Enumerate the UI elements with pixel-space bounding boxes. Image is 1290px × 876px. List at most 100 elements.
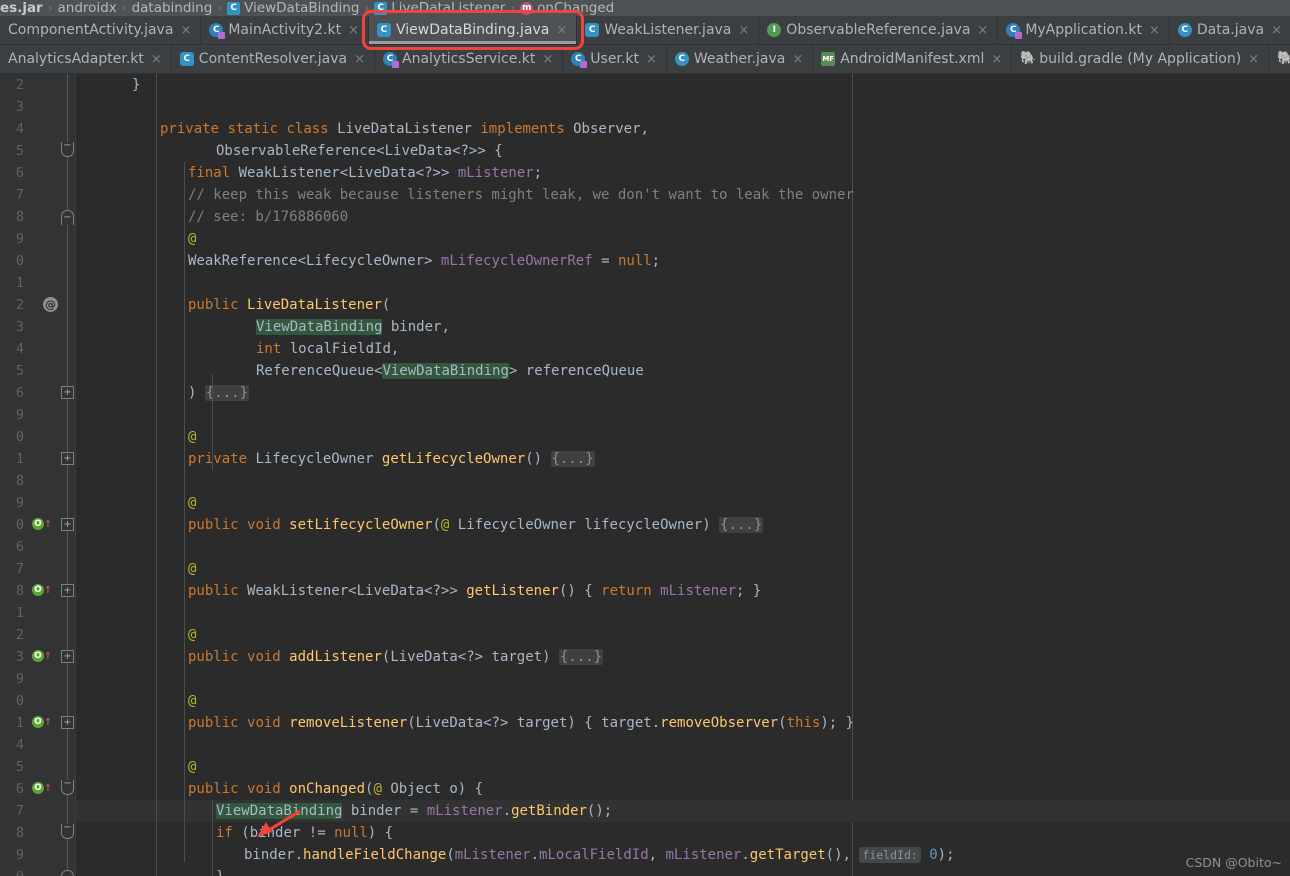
code-line[interactable] [76, 668, 1290, 690]
close-icon[interactable]: × [1271, 24, 1282, 37]
code-editor[interactable]: 2 3 4 5 6 7 8 9 0 1 2 @3 4 5 6 9 0 1 8 9 0 O ↑ 6 7 8 O ↑ 1 2 3 O ↑ 9 0 1 O ↑ 4… [0, 74, 1290, 876]
fold-expand-icon[interactable]: + [61, 518, 74, 531]
code-line[interactable]: @ [76, 492, 1290, 514]
override-method-icon[interactable]: O [32, 584, 44, 596]
code-line[interactable]: } [76, 74, 1290, 96]
fold-collapse-icon[interactable]: − [61, 823, 74, 839]
override-arrow-icon[interactable]: ↑ [44, 781, 52, 795]
override-arrow-icon[interactable]: ↑ [44, 715, 52, 729]
code-line[interactable]: binder.handleFieldChange(mListener.mLoca… [76, 844, 1290, 866]
close-icon[interactable]: × [354, 53, 365, 66]
editor-tab-build-gradle--my-application-[interactable]: 🐘 build.gradle (My Application) × [1012, 45, 1270, 73]
code-line[interactable]: @ [76, 756, 1290, 778]
code-line[interactable]: ViewDataBinding binder, [76, 316, 1290, 338]
code-line[interactable] [76, 404, 1290, 426]
editor-tab-androidmanifest-xml[interactable]: MF AndroidManifest.xml × [813, 45, 1013, 73]
close-icon[interactable]: × [792, 53, 803, 66]
breadcrumb[interactable]: es.jar › androidx › databinding › C ViewDataBin… [0, 0, 1290, 16]
code-line[interactable]: public void addListener(LiveData<?> targ… [76, 646, 1290, 668]
override-method-icon[interactable]: O [32, 650, 44, 662]
code-line[interactable]: private LifecycleOwner getLifecycleOwner… [76, 448, 1290, 470]
editor-tab-myapplication-kt[interactable]: C MyApplication.kt × [998, 16, 1170, 44]
close-icon[interactable]: × [180, 24, 191, 37]
code-line[interactable]: @ [76, 426, 1290, 448]
code-line[interactable] [76, 272, 1290, 294]
fold-expand-icon[interactable]: + [61, 452, 74, 465]
code-line[interactable]: } [76, 866, 1290, 876]
code-line[interactable]: ReferenceQueue<ViewDataBinding> referenc… [76, 360, 1290, 382]
code-line[interactable]: WeakReference<LifecycleOwner> mLifecycle… [76, 250, 1290, 272]
code-line[interactable] [76, 536, 1290, 558]
editor-tab-viewdatabinding-java[interactable]: C ViewDataBinding.java × [368, 16, 578, 44]
editor-tab-weather-java[interactable]: C Weather.java × [666, 45, 814, 73]
breadcrumb-item-databinding[interactable]: databinding [132, 0, 213, 16]
line-number-gutter[interactable]: 2 3 4 5 6 7 8 9 0 1 2 @3 4 5 6 9 0 1 8 9 0 O ↑ 6 7 8 O ↑ 1 2 3 O ↑ 9 0 1 O ↑ 4… [0, 74, 60, 876]
close-icon[interactable]: × [646, 53, 657, 66]
editor-tab-data-java[interactable]: C Data.java × [1169, 16, 1290, 44]
code-line[interactable]: @ [76, 558, 1290, 580]
code-line[interactable]: @ [76, 228, 1290, 250]
code-line[interactable]: public void onChanged(@ Object o) { [76, 778, 1290, 800]
fold-collapse-icon[interactable]: − [61, 870, 74, 876]
close-icon[interactable]: × [977, 24, 988, 37]
code-line[interactable]: ) {...} [76, 382, 1290, 404]
breadcrumb-item-androidx[interactable]: androidx [58, 0, 117, 16]
editor-tab-componentactivity-java[interactable]: ComponentActivity.java × [0, 16, 202, 44]
close-icon[interactable]: × [348, 24, 359, 37]
code-line[interactable] [76, 734, 1290, 756]
code-line[interactable]: final WeakListener<LiveData<?>> mListene… [76, 162, 1290, 184]
editor-tab-analyticsadapter-kt[interactable]: AnalyticsAdapter.kt × [0, 45, 172, 73]
fold-expand-icon[interactable]: + [61, 650, 74, 663]
breadcrumb-item-onchanged[interactable]: m onChanged [520, 0, 614, 16]
override-arrow-icon[interactable]: ↑ [44, 517, 52, 531]
editor-tab-mainactivity2-kt[interactable]: C MainActivity2.kt × [201, 16, 369, 44]
fold-expand-icon[interactable]: + [61, 716, 74, 729]
fold-collapse-icon[interactable]: − [61, 779, 74, 795]
editor-tab-user-kt[interactable]: C User.kt × [563, 45, 667, 73]
code-content-area[interactable]: } private static class LiveDataListener i… [76, 74, 1290, 876]
close-icon[interactable]: × [991, 53, 1002, 66]
code-line[interactable] [76, 470, 1290, 492]
annotation-marker-icon[interactable]: @ [43, 297, 58, 312]
override-method-icon[interactable]: O [32, 782, 44, 794]
code-line[interactable] [76, 96, 1290, 118]
code-line[interactable]: ViewDataBinding binder = mListener.getBi… [76, 800, 1290, 822]
editor-tab-bar[interactable]: ComponentActivity.java × C MainActivity2.kt… [0, 10, 1290, 74]
override-method-icon[interactable]: O [32, 518, 44, 530]
editor-tab-observablereference-java[interactable]: I ObservableReference.java × [759, 16, 999, 44]
breadcrumb-item-es-jar[interactable]: es.jar [0, 0, 43, 16]
code-line[interactable]: public WeakListener<LiveData<?>> getList… [76, 580, 1290, 602]
override-arrow-icon[interactable]: ↑ [44, 649, 52, 663]
close-icon[interactable]: × [1248, 53, 1259, 66]
fold-collapse-icon[interactable]: − [61, 210, 74, 225]
code-line[interactable]: @ [76, 690, 1290, 712]
editor-tab-weaklistener-java[interactable]: C WeakListener.java × [577, 16, 760, 44]
breadcrumb-item-viewdatabinding[interactable]: C ViewDataBinding [227, 0, 359, 16]
editor-tab-analyticsservice-kt[interactable]: C AnalyticsService.kt × [375, 45, 564, 73]
close-icon[interactable]: × [542, 53, 553, 66]
code-line[interactable]: public void removeListener(LiveData<?> t… [76, 712, 1290, 734]
code-line[interactable]: public LiveDataListener( [76, 294, 1290, 316]
code-line[interactable] [76, 602, 1290, 624]
close-icon[interactable]: × [151, 53, 162, 66]
code-line[interactable]: // see: b/176886060 [76, 206, 1290, 228]
editor-tab-contentresolver-java[interactable]: C ContentResolver.java × [171, 45, 375, 73]
close-icon[interactable]: × [556, 24, 567, 37]
code-line[interactable]: public void setLifecycleOwner(@ Lifecycl… [76, 514, 1290, 536]
tab-row-1[interactable]: ComponentActivity.java × C MainActivity2.kt… [0, 16, 1290, 45]
code-line[interactable]: @ [76, 624, 1290, 646]
override-arrow-icon[interactable]: ↑ [44, 583, 52, 597]
code-line[interactable]: private static class LiveDataListener im… [76, 118, 1290, 140]
editor-tab-build-g[interactable]: 🐘build.g× [1269, 45, 1290, 73]
code-line[interactable]: // keep this weak because listeners migh… [76, 184, 1290, 206]
close-icon[interactable]: × [738, 24, 749, 37]
override-method-icon[interactable]: O [32, 716, 44, 728]
close-icon[interactable]: × [1149, 24, 1160, 37]
code-folding-strip[interactable]: − − + + + + + + − − − [60, 74, 76, 876]
code-line[interactable]: int localFieldId, [76, 338, 1290, 360]
fold-collapse-icon[interactable]: − [61, 141, 74, 157]
fold-expand-icon[interactable]: + [61, 584, 74, 597]
fold-expand-icon[interactable]: + [61, 386, 74, 399]
breadcrumb-item-livedatalistener[interactable]: C LiveDataListener [374, 0, 505, 16]
tab-row-2[interactable]: AnalyticsAdapter.kt × C ContentResolver.jav… [0, 45, 1290, 74]
